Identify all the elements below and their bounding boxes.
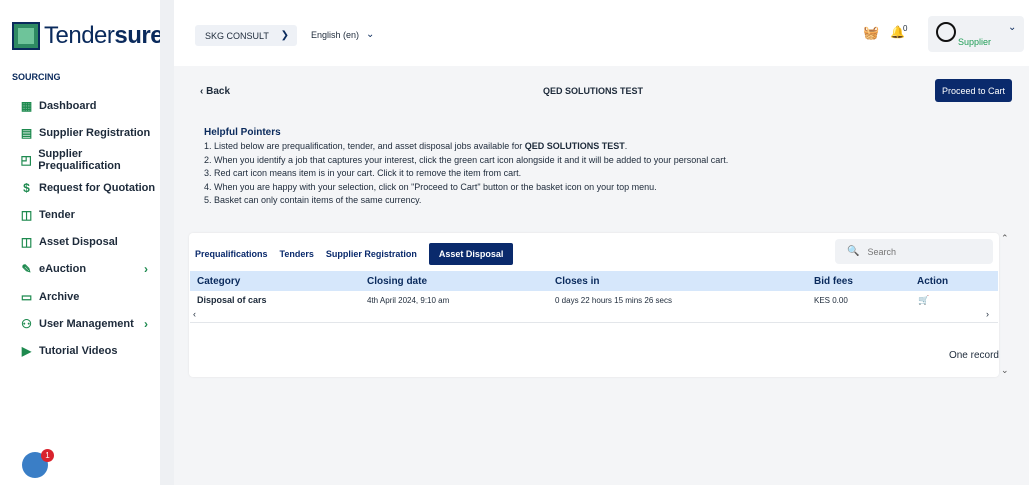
users-icon: ⚇ bbox=[21, 317, 32, 332]
record-count: One record bbox=[948, 350, 999, 361]
header-closes-in[interactable]: Closes in bbox=[555, 276, 599, 287]
tab-tenders[interactable]: Tenders bbox=[280, 249, 314, 259]
sidebar-item-label: Tender bbox=[39, 208, 75, 221]
tabs: Prequalifications Tenders Supplier Regis… bbox=[195, 243, 525, 265]
chevron-right-icon[interactable]: › bbox=[144, 262, 148, 276]
logo-text: Tendersure™ bbox=[44, 22, 172, 49]
user-menu[interactable]: Supplier ⌄ bbox=[928, 16, 1024, 52]
tab-supplier-registration[interactable]: Supplier Registration bbox=[326, 249, 417, 259]
sidebar-nav: ▦ Dashboard ▤ Supplier Registration ◰ Suppl… bbox=[20, 92, 160, 365]
cart-icon[interactable]: 🛒 bbox=[918, 295, 929, 306]
header-action: Action bbox=[917, 275, 949, 287]
jobs-panel: Prequalifications Tenders Supplier Regis… bbox=[189, 233, 999, 377]
sidebar-item-tender[interactable]: ◫ Tender bbox=[20, 201, 160, 228]
sidebar-item-label: Supplier Registration bbox=[39, 126, 151, 139]
table-header: Category Closing date Closes in Bid fees… bbox=[190, 271, 998, 291]
divider bbox=[190, 322, 998, 323]
sidebar-item-dashboard[interactable]: ▦ Dashboard bbox=[20, 92, 160, 119]
tab-asset-disposal[interactable]: Asset Disposal bbox=[428, 243, 514, 265]
auction-icon: ✎ bbox=[21, 262, 32, 277]
asset-disposal-icon: ◫ bbox=[20, 235, 33, 250]
cell-category: Disposal of cars bbox=[197, 295, 267, 305]
sidebar-item-label: User Management bbox=[39, 318, 134, 331]
sidebar-item-label: Asset Disposal bbox=[39, 236, 118, 249]
header-closing-date[interactable]: Closing date bbox=[367, 276, 427, 287]
sidebar-item-asset-disposal[interactable]: ◫ Asset Disposal bbox=[20, 228, 160, 255]
registration-icon: ▤ bbox=[20, 125, 33, 140]
sidebar: Tendersure™ SOURCING ▦ Dashboard ▤ Supplie… bbox=[0, 0, 172, 485]
scroll-up-icon[interactable]: ⌃ bbox=[1001, 233, 1009, 244]
scroll-left-icon[interactable]: ‹ bbox=[193, 309, 196, 319]
sidebar-item-supplier-registration[interactable]: ▤ Supplier Registration bbox=[20, 119, 160, 146]
scroll-right-icon[interactable]: › bbox=[986, 309, 989, 319]
archive-icon: ▭ bbox=[20, 289, 33, 304]
sidebar-section-title: SOURCING bbox=[12, 72, 61, 82]
pointer-line-5: 5. Basket can only contain items of the … bbox=[204, 195, 422, 206]
company-name: SKG CONSULT bbox=[205, 30, 269, 41]
sidebar-item-user-management[interactable]: ⚇ User Management › bbox=[20, 310, 160, 337]
dollar-icon: $ bbox=[23, 180, 30, 195]
top-bar: SKG CONSULT ❯ English (en) ⌄ 🧺 🔔 0 Suppli… bbox=[174, 0, 1029, 66]
back-link[interactable]: ‹ Back bbox=[200, 86, 230, 97]
chat-badge: 1 bbox=[41, 449, 54, 462]
sidebar-item-label: Supplier Prequalification bbox=[38, 148, 121, 173]
tender-icon: ◫ bbox=[20, 207, 33, 222]
sidebar-item-label: eAuction bbox=[39, 263, 87, 276]
sidebar-item-eauction[interactable]: ✎ eAuction › bbox=[20, 256, 160, 283]
page-title: QED SOLUTIONS TEST bbox=[543, 86, 644, 96]
language-select[interactable]: English (en) bbox=[311, 30, 359, 40]
search-box[interactable]: 🔍 bbox=[835, 239, 993, 264]
proceed-to-cart-button[interactable]: Proceed to Cart bbox=[935, 79, 1012, 102]
pointers-title: Helpful Pointers bbox=[204, 127, 281, 138]
tab-prequalifications[interactable]: Prequalifications bbox=[195, 249, 268, 259]
sidebar-item-label: Request for Quotation bbox=[39, 181, 156, 194]
chevron-down-icon: ⌄ bbox=[1008, 22, 1017, 33]
pointer-line-4: 4. When you are happy with your selectio… bbox=[204, 181, 657, 192]
cell-closes-in: 0 days 22 hours 15 mins 26 secs bbox=[555, 296, 672, 305]
header-bid-fees[interactable]: Bid fees bbox=[814, 276, 853, 287]
sidebar-item-archive[interactable]: ▭ Archive bbox=[20, 283, 160, 310]
basket-icon[interactable]: 🧺 bbox=[863, 25, 879, 41]
sidebar-item-label: Dashboard bbox=[39, 99, 97, 112]
helpful-pointers: Helpful Pointers 1. Listed below are pre… bbox=[204, 126, 728, 207]
back-label: Back bbox=[206, 86, 231, 97]
sidebar-item-supplier-prequalification[interactable]: ◰ Supplier Prequalification bbox=[20, 147, 160, 174]
table-row: Disposal of cars 4th April 2024, 9:10 am… bbox=[190, 293, 998, 309]
scroll-down-icon[interactable]: ⌄ bbox=[1001, 365, 1009, 376]
sidebar-scrollbar[interactable] bbox=[160, 0, 174, 485]
logo-icon bbox=[12, 22, 40, 50]
pointer-line-3: 3. Red cart icon means item is in your c… bbox=[204, 168, 522, 179]
prequalification-icon: ◰ bbox=[20, 153, 32, 168]
pointer-line-1: 1. Listed below are prequalification, te… bbox=[204, 141, 628, 152]
pointer-line-2: 2. When you identify a job that captures… bbox=[204, 154, 729, 165]
cell-bid-fees: KES 0.00 bbox=[814, 296, 848, 305]
notification-count: 0 bbox=[903, 24, 908, 33]
user-avatar-icon bbox=[936, 22, 956, 42]
play-icon: ▶ bbox=[21, 344, 32, 359]
dashboard-icon: ▦ bbox=[20, 98, 33, 113]
chevron-down-icon[interactable]: ⌄ bbox=[366, 29, 374, 40]
sidebar-item-tutorial-videos[interactable]: ▶ Tutorial Videos bbox=[20, 338, 160, 365]
sidebar-item-label: Tutorial Videos bbox=[39, 345, 118, 358]
search-icon: 🔍 bbox=[847, 246, 860, 257]
sidebar-item-label: Archive bbox=[39, 290, 80, 303]
cell-closing-date: 4th April 2024, 9:10 am bbox=[367, 296, 450, 305]
header-category[interactable]: Category bbox=[197, 276, 240, 287]
logo[interactable]: Tendersure™ bbox=[12, 22, 172, 50]
company-select[interactable]: SKG CONSULT ❯ bbox=[195, 25, 297, 46]
search-input[interactable] bbox=[865, 245, 980, 258]
chevron-down-icon: ❯ bbox=[280, 30, 289, 41]
user-role: Supplier bbox=[958, 37, 992, 47]
sidebar-item-request-for-quotation[interactable]: $ Request for Quotation bbox=[20, 174, 160, 201]
chevron-right-icon[interactable]: › bbox=[144, 317, 148, 331]
